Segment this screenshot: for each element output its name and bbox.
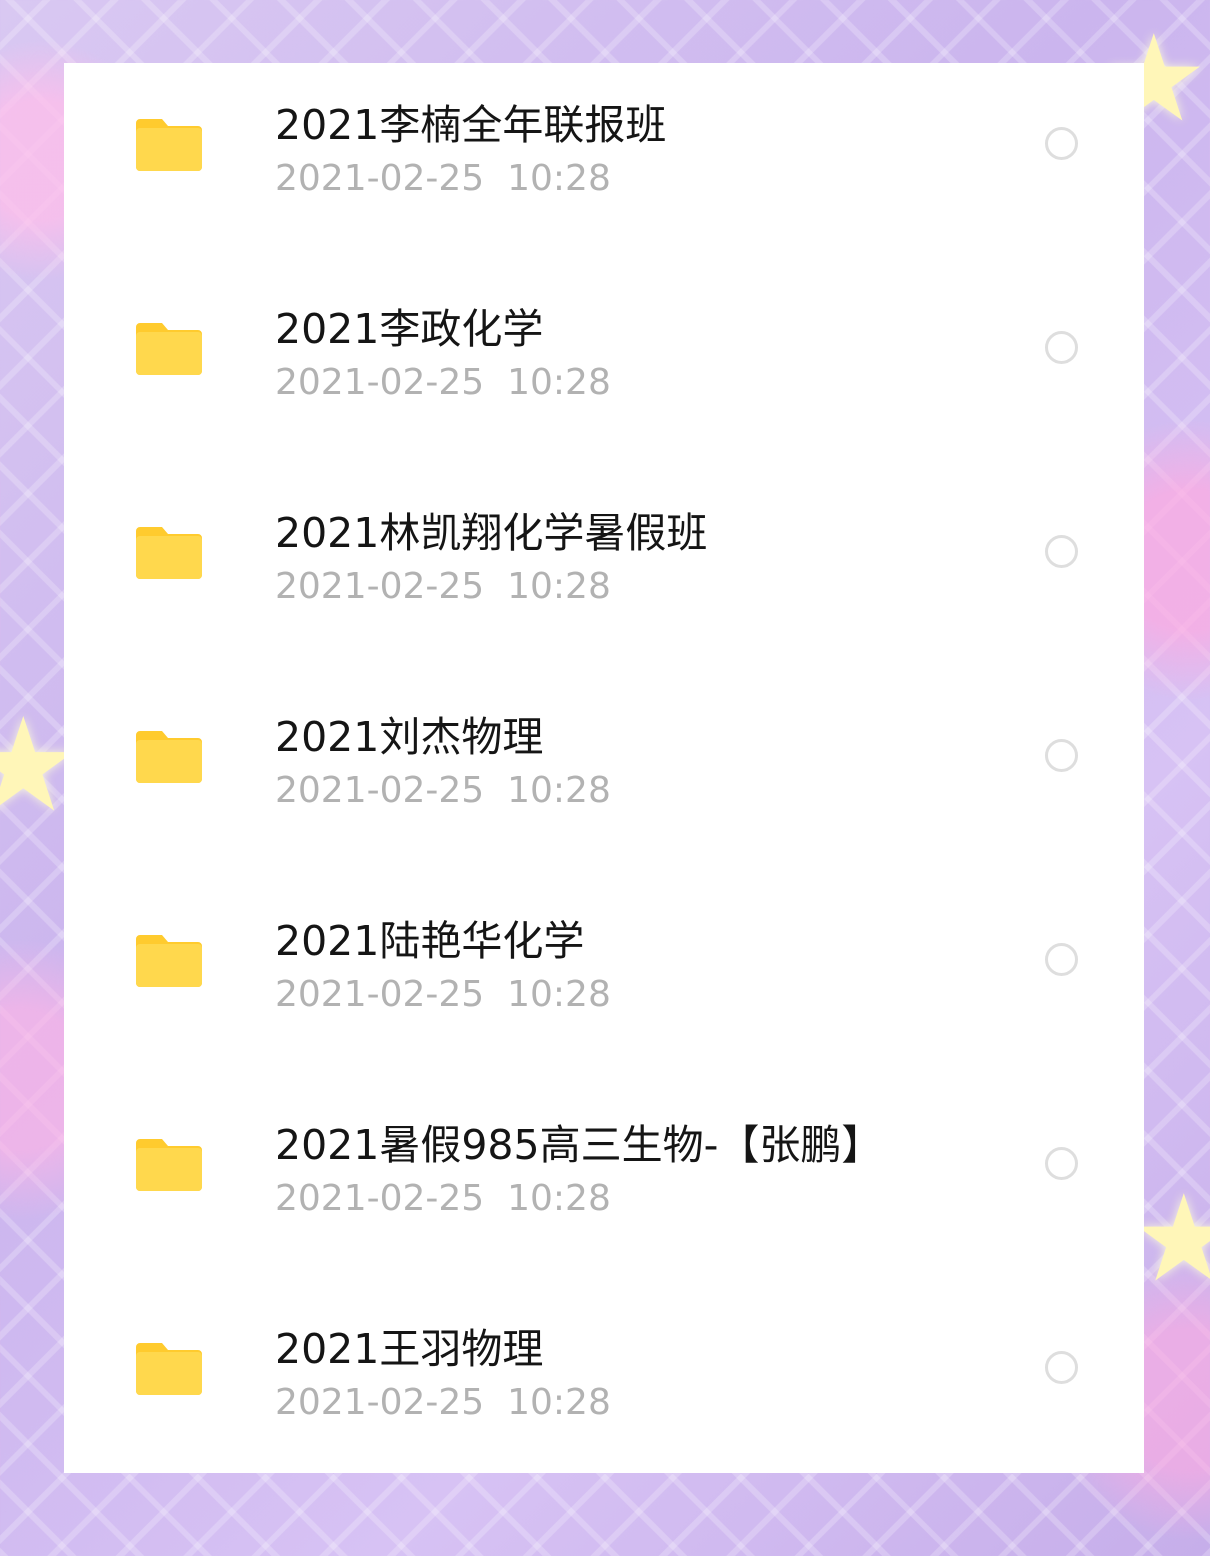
file-row[interactable]: 2021王羽物理 2021-02-25 10:28	[64, 1287, 1144, 1491]
file-row[interactable]: 2021李政化学 2021-02-25 10:28	[64, 267, 1144, 471]
file-name: 2021刘杰物理	[275, 713, 544, 761]
select-radio[interactable]	[1045, 1351, 1078, 1384]
file-row[interactable]: 2021陆艳华化学 2021-02-25 10:28	[64, 879, 1144, 1083]
folder-icon	[136, 323, 202, 375]
file-name: 2021王羽物理	[275, 1325, 544, 1373]
select-radio[interactable]	[1045, 943, 1078, 976]
folder-icon	[136, 527, 202, 579]
folder-icon	[136, 1139, 202, 1191]
file-date: 2021-02-25 10:28	[275, 770, 611, 811]
file-date: 2021-02-25 10:28	[275, 974, 611, 1015]
folder-icon	[136, 731, 202, 783]
select-radio[interactable]	[1045, 331, 1078, 364]
file-name: 2021李政化学	[275, 305, 544, 353]
file-date: 2021-02-25 10:28	[275, 1178, 611, 1219]
file-date: 2021-02-25 10:28	[275, 1382, 611, 1423]
select-radio[interactable]	[1045, 739, 1078, 772]
file-row[interactable]: 2021暑假985高三生物-【张鹏】 2021-02-25 10:28	[64, 1083, 1144, 1287]
file-name: 2021林凯翔化学暑假班	[275, 509, 708, 557]
file-date: 2021-02-25 10:28	[275, 362, 611, 403]
file-name: 2021李楠全年联报班	[275, 101, 667, 149]
folder-icon	[136, 1343, 202, 1395]
file-name: 2021陆艳华化学	[275, 917, 585, 965]
select-radio[interactable]	[1045, 127, 1078, 160]
file-date: 2021-02-25 10:28	[275, 566, 611, 607]
folder-icon	[136, 119, 202, 171]
select-radio[interactable]	[1045, 535, 1078, 568]
file-name: 2021暑假985高三生物-【张鹏】	[275, 1121, 883, 1169]
folder-icon	[136, 935, 202, 987]
file-list: 2021李楠全年联报班 2021-02-25 10:28 2021李政化学 20…	[64, 63, 1144, 1473]
file-row[interactable]: 2021林凯翔化学暑假班 2021-02-25 10:28	[64, 471, 1144, 675]
file-date: 2021-02-25 10:28	[275, 158, 611, 199]
select-radio[interactable]	[1045, 1147, 1078, 1180]
file-row[interactable]: 2021刘杰物理 2021-02-25 10:28	[64, 675, 1144, 879]
file-row[interactable]: 2021李楠全年联报班 2021-02-25 10:28	[64, 63, 1144, 267]
